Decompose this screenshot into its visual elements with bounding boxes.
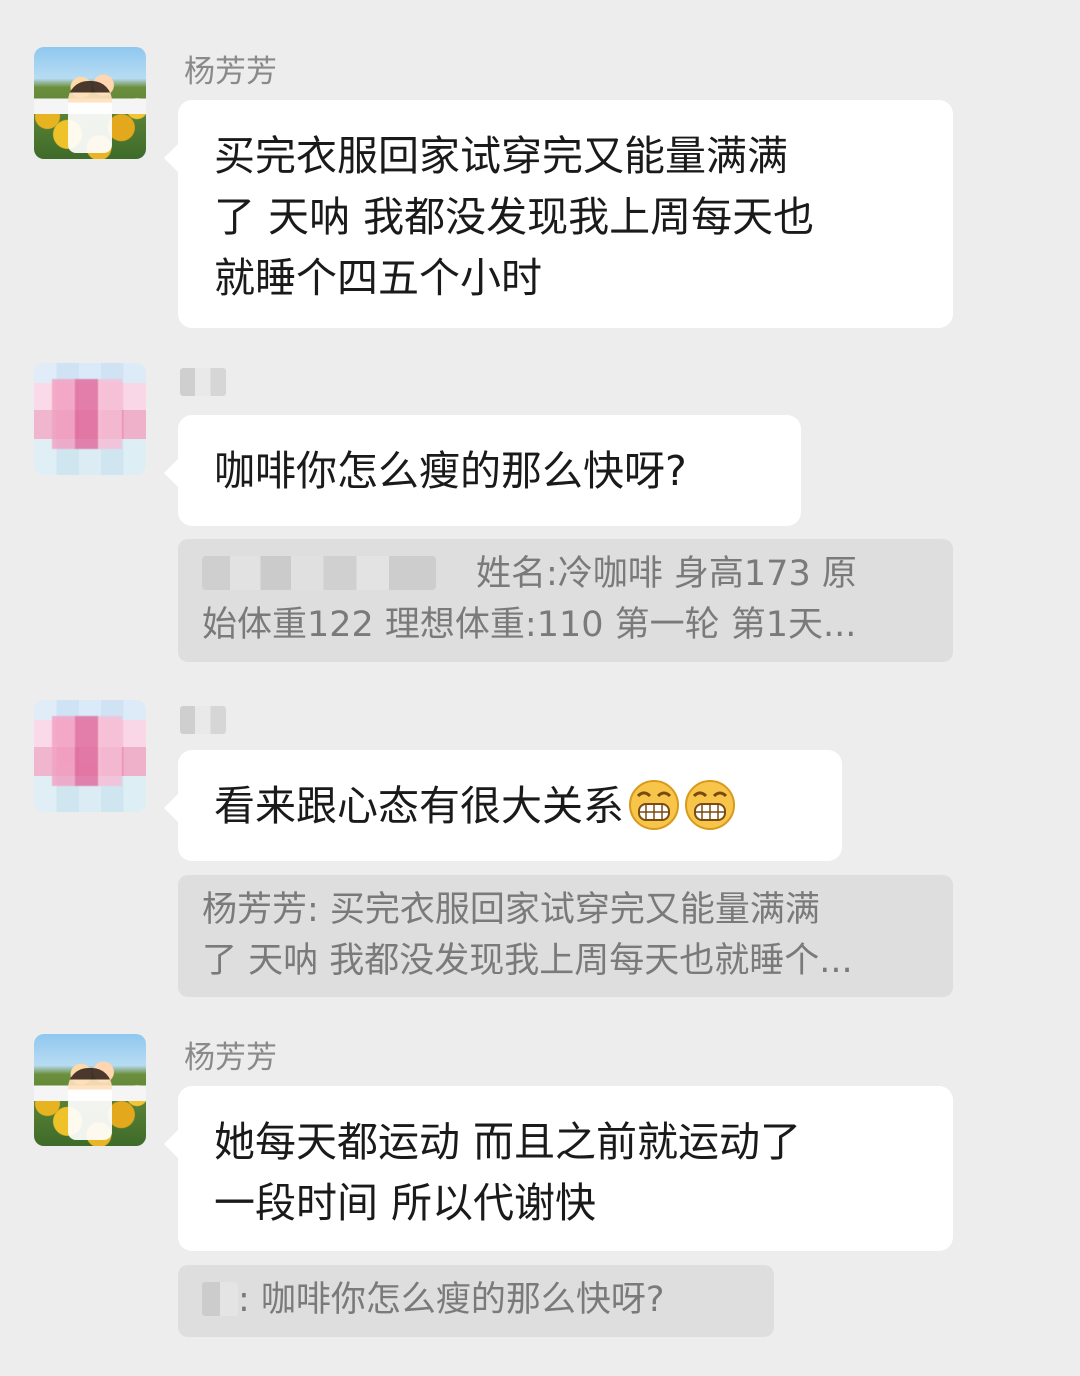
quote-line: 了 天呐 我都没发现我上周每天也就睡个... xyxy=(202,941,853,981)
sender-name-blurred xyxy=(180,368,226,396)
quote-line: 杨芳芳: 买完衣服回家试穿完又能量满满 xyxy=(202,890,820,930)
quote-line: : 咖啡你怎么瘦的那么快呀? xyxy=(238,1280,665,1320)
sender-name-blurred xyxy=(180,706,226,734)
grin-emoji xyxy=(629,780,679,830)
quote-line: 始体重122 理想体重:110 第一轮 第1天... xyxy=(202,605,857,645)
avatar-blurred[interactable] xyxy=(34,363,146,475)
quote-line: 姓名:冷咖啡 身高173 原 xyxy=(476,554,857,594)
sender-name: 杨芳芳 xyxy=(184,1040,277,1076)
message-bubble[interactable]: 她每天都运动 而且之前就运动了 一段时间 所以代谢快 xyxy=(164,1086,953,1251)
quote-box[interactable]: 姓名:冷咖啡 身高173 原 始体重122 理想体重:110 第一轮 第1天..… xyxy=(178,539,953,662)
message-text: 看来跟心态有很大关系 xyxy=(214,782,624,830)
quote-box[interactable]: 杨芳芳: 买完衣服回家试穿完又能量满满 了 天呐 我都没发现我上周每天也就睡个.… xyxy=(178,875,953,997)
message-bubble[interactable]: 买完衣服回家试穿完又能量满满 了 天呐 我都没发现我上周每天也 就睡个四五个小时 xyxy=(164,100,953,328)
avatar-figure xyxy=(68,1068,112,1140)
message-line: 一段时间 所以代谢快 xyxy=(214,1179,597,1227)
grin-emoji xyxy=(685,780,735,830)
message-text: 咖啡你怎么瘦的那么快呀? xyxy=(214,447,687,495)
message-line: 她每天都运动 而且之前就运动了 xyxy=(214,1118,802,1166)
quote-box[interactable]: : 咖啡你怎么瘦的那么快呀? xyxy=(178,1265,774,1337)
avatar-figure xyxy=(68,81,112,153)
sender-name: 杨芳芳 xyxy=(184,54,277,90)
message-line: 买完衣服回家试穿完又能量满满 xyxy=(214,132,788,180)
quote-sender-blurred xyxy=(202,556,436,590)
message-bubble[interactable]: 看来跟心态有很大关系 xyxy=(164,750,842,861)
message-line: 了 天呐 我都没发现我上周每天也 xyxy=(214,193,815,241)
avatar-blurred[interactable] xyxy=(34,700,146,812)
quote-sender-blurred xyxy=(202,1282,238,1316)
avatar-yangfangfang[interactable] xyxy=(34,47,146,159)
avatar-yangfangfang[interactable] xyxy=(34,1034,146,1146)
message-line: 就睡个四五个小时 xyxy=(214,254,542,302)
message-bubble[interactable]: 咖啡你怎么瘦的那么快呀? xyxy=(164,415,801,526)
